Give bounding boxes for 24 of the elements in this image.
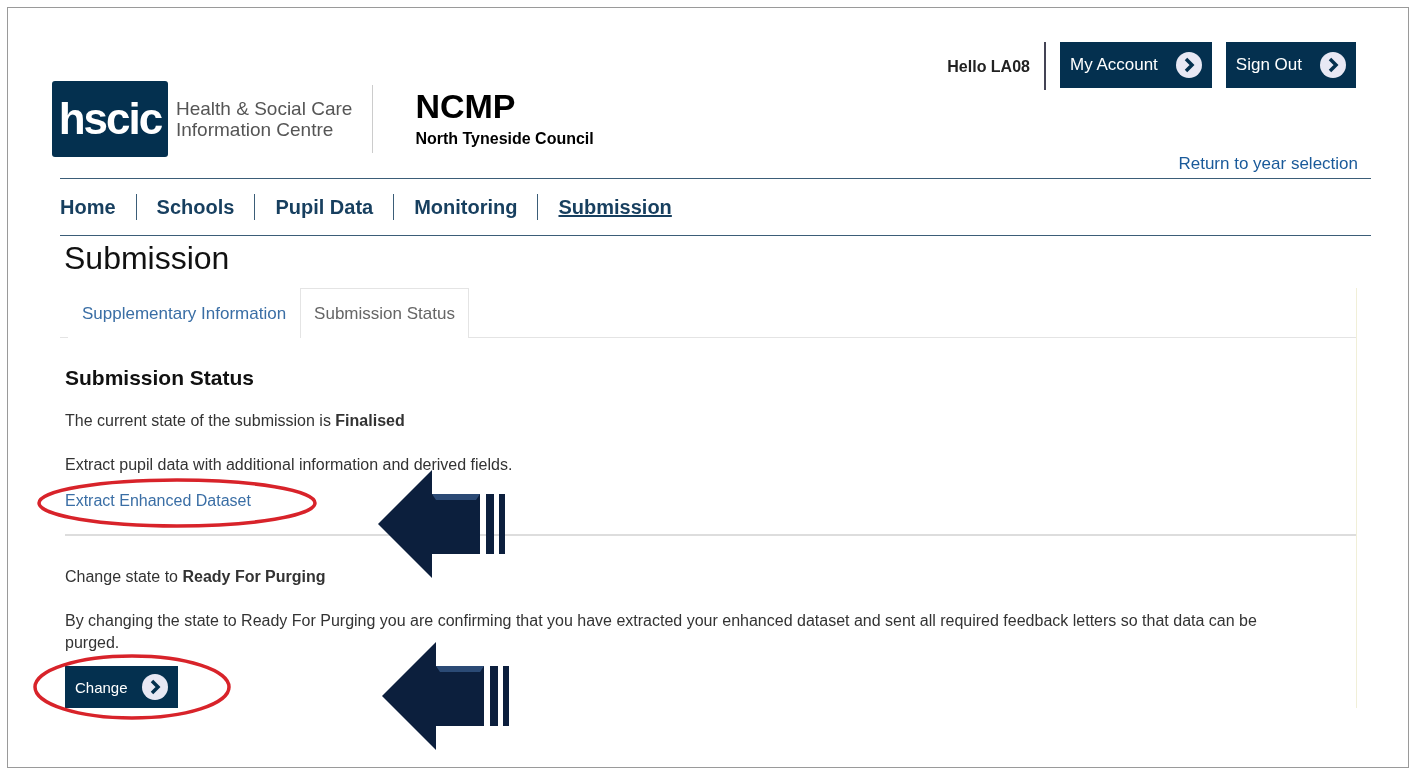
tab[interactable]: Submission Status xyxy=(300,288,469,338)
change-heading: Change state to Ready For Purging xyxy=(65,567,327,587)
greeting: Hello LA08 xyxy=(947,42,1046,90)
chevron-right-icon xyxy=(1175,52,1202,78)
section-heading: Submission Status xyxy=(65,366,256,390)
account-button[interactable]: Sign Out xyxy=(1225,42,1356,88)
nav-link[interactable]: Submission xyxy=(537,194,692,220)
council-name: North Tyneside Council xyxy=(415,129,594,148)
chevron-right-icon xyxy=(1320,52,1346,78)
app-title: NCMP xyxy=(415,86,517,126)
nav-link[interactable]: Pupil Data xyxy=(254,194,394,220)
page-heading: Submission xyxy=(64,239,231,278)
nav-link[interactable]: Home xyxy=(60,194,136,220)
change-button[interactable]: Change xyxy=(65,666,178,708)
nav-link[interactable]: Monitoring xyxy=(393,194,538,220)
status-text: The current state of the submission is Finalised xyxy=(65,411,406,431)
change-description: By changing the state to Ready For Purging you are confirming that you have extracted your enhanced dataset and sent all required feedback letters so that data can be purged. xyxy=(65,611,1258,653)
chevron-right-icon xyxy=(141,674,168,700)
extract-description: Extract pupil data with additional information and derived fields. xyxy=(65,455,514,475)
logo-mark: hscic xyxy=(52,81,168,157)
account-button[interactable]: My Account xyxy=(1059,42,1212,88)
organisation-name: Health & Social Care Information Centre xyxy=(168,85,374,153)
nav-link[interactable]: Schools xyxy=(135,194,255,220)
return-link[interactable]: Return to year selection xyxy=(1178,154,1358,174)
